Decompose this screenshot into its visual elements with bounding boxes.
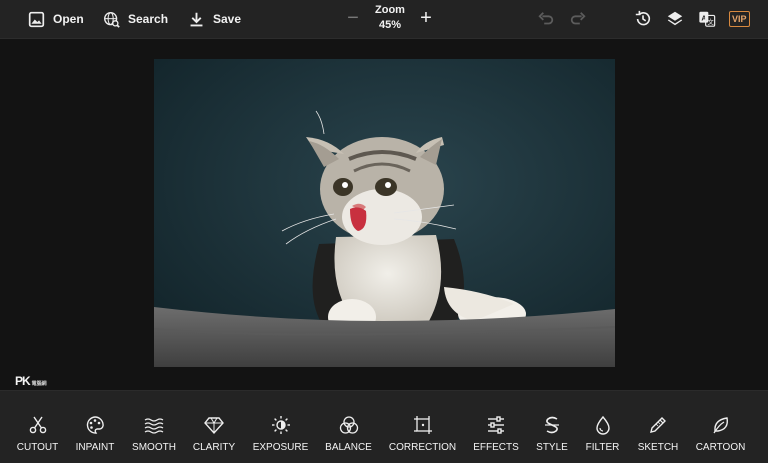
search-button[interactable]: Search [103, 0, 168, 38]
translate-icon[interactable]: A文 [698, 10, 716, 28]
tool-label: CARTOON [695, 442, 746, 453]
waves-icon [144, 418, 164, 434]
drop-icon [595, 415, 610, 435]
tool-label: BALANCE [325, 442, 372, 453]
download-icon [190, 12, 203, 26]
tool-inpaint[interactable]: INPAINT [76, 415, 114, 453]
image-icon [28, 11, 45, 27]
save-button[interactable]: Save [188, 0, 241, 38]
tool-label: SMOOTH [132, 442, 176, 453]
tool-label: CUTOUT [16, 442, 59, 453]
tool-correction[interactable]: CORRECTION [389, 415, 456, 453]
tool-cutout[interactable]: CUTOUT [17, 415, 58, 453]
save-label: Save [213, 12, 242, 26]
svg-text:文: 文 [707, 17, 714, 26]
scissors-icon [29, 416, 46, 434]
vip-badge[interactable]: VIP [729, 11, 750, 27]
layers-icon[interactable] [666, 10, 684, 28]
zoom-title: Zoom [375, 4, 405, 16]
tool-filter[interactable]: FILTER [586, 415, 619, 453]
sliders-icon [488, 416, 504, 434]
history-icon[interactable] [634, 10, 652, 28]
leaf-icon [712, 417, 728, 434]
tool-label: CLARITY [192, 442, 236, 453]
diamond-icon [204, 417, 224, 435]
crop-frame-icon [413, 416, 432, 434]
watermark-logo: PK 電腦網 [15, 374, 47, 388]
top-toolbar: Open Search Save − Zoom 45% + A文 VIP [0, 0, 768, 39]
tool-label: EFFECTS [473, 442, 519, 453]
open-label: Open [53, 12, 84, 26]
kitten-image [154, 59, 615, 367]
tool-effects[interactable]: EFFECTS [473, 415, 519, 453]
tool-label: STYLE [536, 442, 568, 453]
canvas-area: PK 電腦網 [0, 39, 768, 390]
tool-sketch[interactable]: SKETCH [638, 415, 678, 453]
zoom-out-button[interactable]: − [345, 8, 361, 28]
tool-smooth[interactable]: SMOOTH [132, 415, 176, 453]
watermark-sub: 電腦網 [31, 381, 47, 387]
tool-label: SKETCH [637, 442, 679, 453]
watermark-brand: PK [15, 374, 31, 388]
globe-search-icon [104, 11, 120, 28]
search-label: Search [128, 12, 169, 26]
tool-clarity[interactable]: CLARITY [193, 415, 235, 453]
sun-icon [271, 416, 290, 434]
redo-icon[interactable] [569, 10, 587, 28]
tool-label: CORRECTION [388, 442, 457, 453]
color-circles-icon [339, 416, 358, 434]
palette-icon [86, 416, 104, 434]
zoom-readout: Zoom 45% [370, 3, 410, 33]
photo-kitten[interactable] [154, 59, 615, 367]
zoom-value: 45% [378, 19, 402, 31]
open-button[interactable]: Open [28, 0, 84, 38]
tool-balance[interactable]: BALANCE [325, 415, 372, 453]
tools-toolbar: CUTOUT INPAINT SMOOTH CLARITY EXPOSURE B… [0, 390, 768, 463]
pencil-icon [650, 417, 666, 433]
tool-label: EXPOSURE [252, 442, 309, 453]
tool-exposure[interactable]: EXPOSURE [253, 415, 308, 453]
tool-style[interactable]: STYLE [536, 415, 568, 453]
style-s-icon [545, 416, 559, 434]
zoom-in-button[interactable]: + [418, 8, 434, 28]
tool-label: FILTER [585, 442, 620, 453]
tool-cartoon[interactable]: CARTOON [696, 415, 745, 453]
undo-icon[interactable] [537, 10, 555, 28]
tool-label: INPAINT [75, 442, 115, 453]
